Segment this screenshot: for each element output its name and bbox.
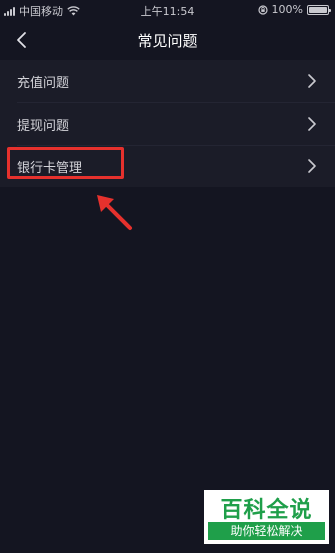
rotation-lock-icon (257, 4, 268, 15)
highlight-box (7, 147, 124, 179)
page-title: 常见问题 (137, 32, 198, 50)
chevron-right-icon (308, 74, 316, 88)
battery-icon (307, 4, 331, 15)
faq-item-label: 充值问题 (17, 76, 70, 91)
faq-item-label: 提现问题 (17, 119, 70, 134)
battery-fill (309, 6, 327, 13)
nav-bar: 常见问题 (0, 20, 335, 60)
chevron-right-icon (308, 117, 316, 131)
screen: 中国移动 上午11:54 100% 常见问题 充值问题 提现问题 银行卡管理 百… (0, 0, 335, 553)
watermark-title: 百科全说 (220, 498, 313, 523)
watermark-subtitle: 助你轻松解决 (208, 522, 325, 540)
faq-item-withdraw[interactable]: 提现问题 (0, 103, 335, 145)
status-bar: 中国移动 上午11:54 100% (0, 0, 335, 20)
faq-item-recharge[interactable]: 充值问题 (0, 60, 335, 102)
annotation-arrow-icon (97, 195, 132, 230)
battery-percent: 100% (271, 3, 303, 16)
watermark-logo: 百科全说 助你轻松解决 (204, 490, 329, 544)
chevron-right-icon (308, 159, 316, 173)
status-right: 100% (257, 3, 331, 16)
